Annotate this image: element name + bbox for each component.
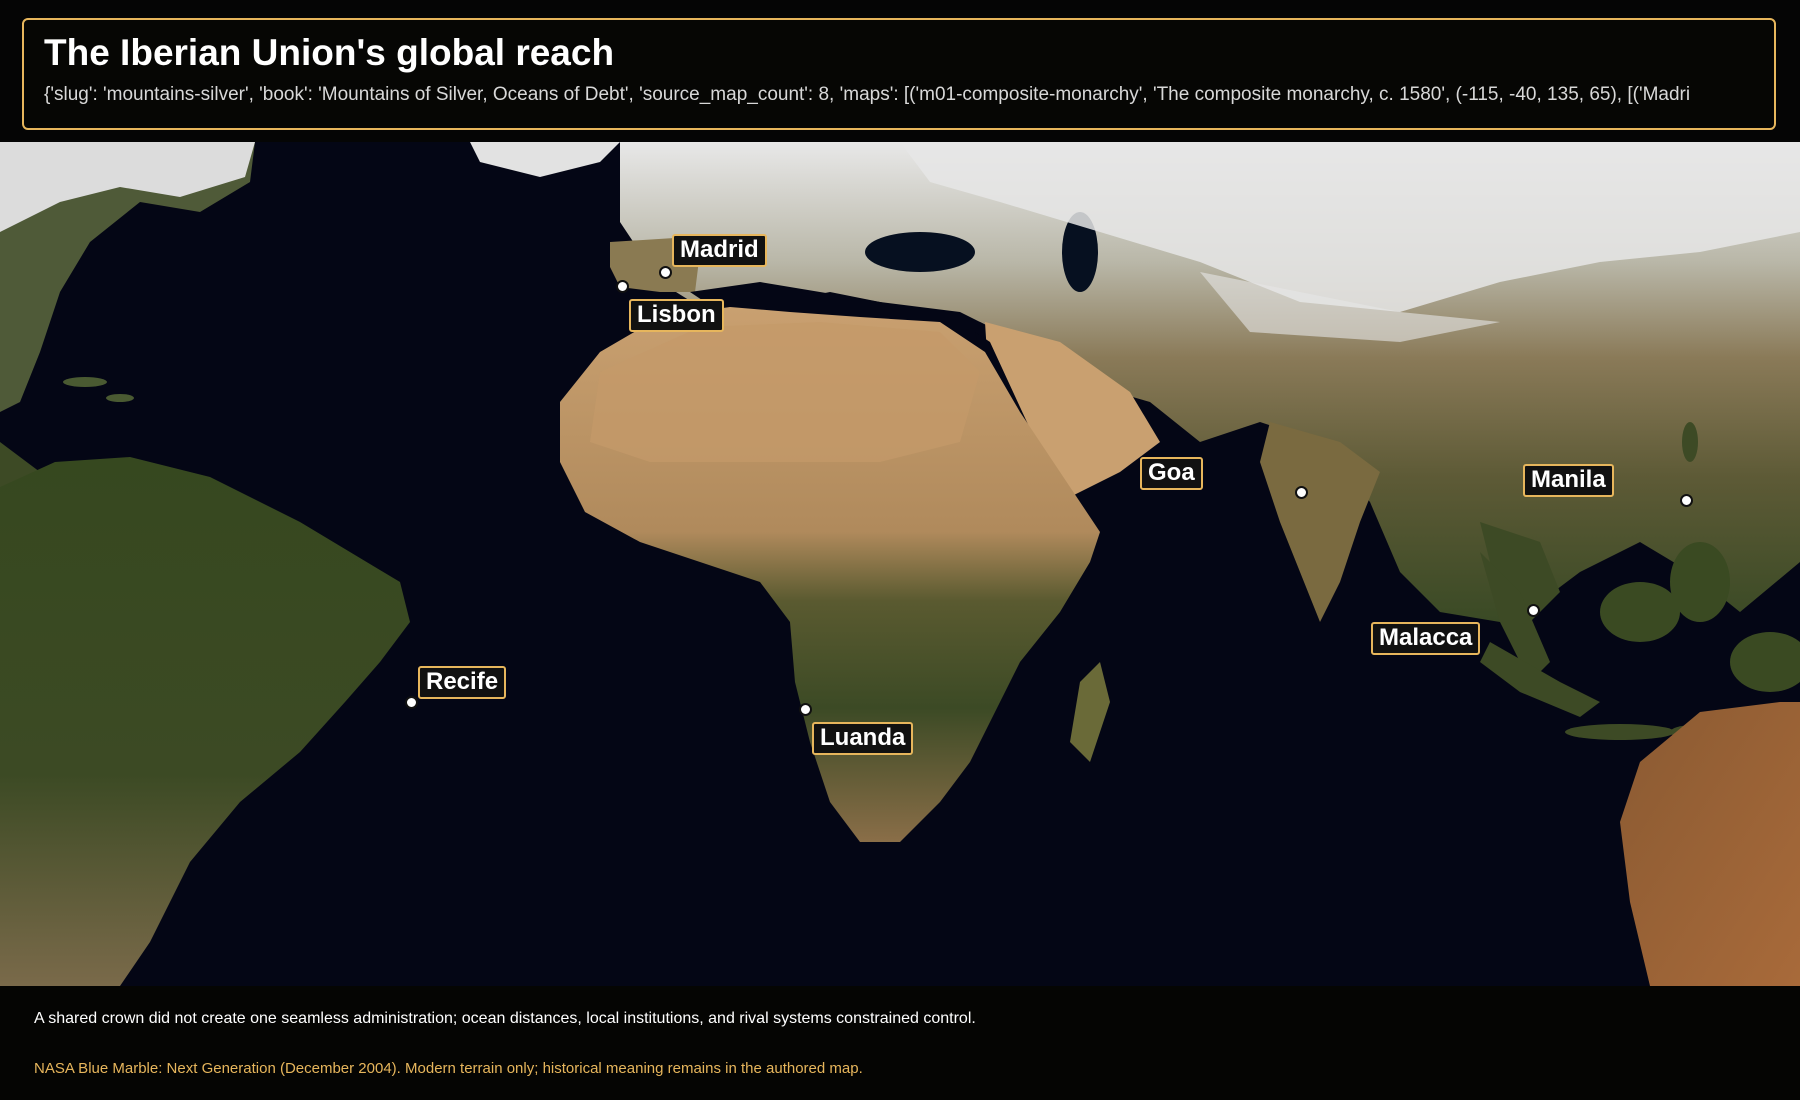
lisbon-marker[interactable] [616, 280, 629, 293]
malacca-marker[interactable] [1527, 604, 1540, 617]
image-credit: NASA Blue Marble: Next Generation (Decem… [34, 1060, 863, 1077]
madrid-marker[interactable] [659, 266, 672, 279]
city-label-lisbon[interactable]: Lisbon [629, 299, 724, 332]
luanda-marker[interactable] [799, 703, 812, 716]
goa-marker[interactable] [1295, 486, 1308, 499]
header-panel: The Iberian Union's global reach {'slug'… [22, 18, 1776, 130]
city-label-manila[interactable]: Manila [1523, 464, 1614, 497]
manila-marker[interactable] [1680, 494, 1693, 507]
recife-marker[interactable] [405, 696, 418, 709]
terrain-layer [0, 142, 1800, 986]
city-label-luanda[interactable]: Luanda [812, 722, 914, 755]
city-label-madrid[interactable]: Madrid [672, 234, 767, 267]
map-caption: A shared crown did not create one seamle… [34, 1010, 976, 1027]
page-subtitle: {'slug': 'mountains-silver', 'book': 'Mo… [44, 84, 1691, 105]
page: The Iberian Union's global reach {'slug'… [0, 0, 1800, 1100]
city-label-malacca[interactable]: Malacca [1371, 622, 1481, 655]
city-label-goa[interactable]: Goa [1140, 457, 1203, 490]
city-label-recife[interactable]: Recife [418, 666, 507, 699]
world-map[interactable]: Madrid Lisbon Goa Manila Malacca Recife … [0, 142, 1800, 986]
page-title: The Iberian Union's global reach [44, 32, 615, 73]
footer-panel: A shared crown did not create one seamle… [0, 986, 1800, 1100]
